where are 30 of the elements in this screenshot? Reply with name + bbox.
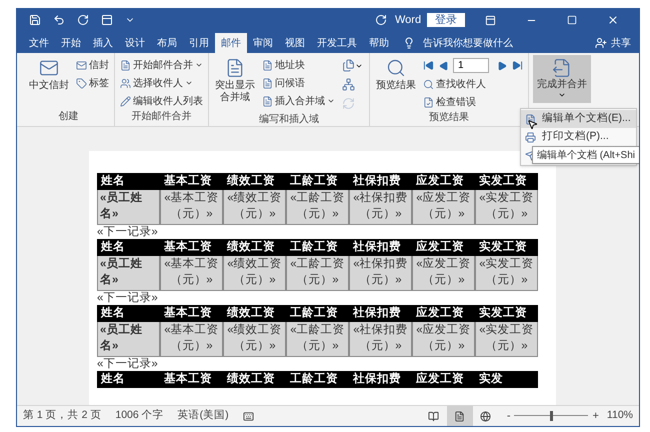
merge-field-cell: «应发工资（元）» xyxy=(413,190,474,224)
next-record-field: «下一记录» xyxy=(97,357,158,371)
merge-field-cell: «绩效工资（元）» xyxy=(224,256,285,290)
merge-field-cell: «基本工资（元）» xyxy=(161,190,222,224)
group-label: 创建 xyxy=(58,110,80,124)
merge-field-cell: «实发工资（元）» xyxy=(476,190,537,224)
next-record-field: «下一记录» xyxy=(97,291,158,305)
merge-field-cell: «员工姓名» xyxy=(98,256,159,290)
merge-field-cell: «应发工资（元）» xyxy=(413,256,474,290)
merge-field-cell: «工龄工资（元）» xyxy=(287,322,348,356)
merge-field-cell: «实发工资（元）» xyxy=(476,322,537,356)
next-record-field: «下一记录» xyxy=(97,225,158,239)
window-title: Word xyxy=(395,12,422,28)
tooltip: 编辑单个文档 (Alt+Shi xyxy=(532,146,639,164)
group-label: 预览结果 xyxy=(428,111,470,125)
merge-field-cell: «社保扣费（元）» xyxy=(350,256,411,290)
merge-field-cell: «员工姓名» xyxy=(98,322,159,356)
group-label: 开始邮件合并 xyxy=(130,110,192,124)
merge-field-cell: «社保扣费（元）» xyxy=(350,322,411,356)
merge-field-cell: «工龄工资（元）» xyxy=(287,256,348,290)
group-label: 编写和插入域 xyxy=(258,113,320,127)
merge-field-cell: «绩效工资（元）» xyxy=(224,190,285,224)
merge-field-cell: «工龄工资（元）» xyxy=(287,190,348,224)
merge-field-cell: «基本工资（元）» xyxy=(161,256,222,290)
merge-field-cell: «绩效工资（元）» xyxy=(224,322,285,356)
merge-field-cell: «社保扣费（元）» xyxy=(350,190,411,224)
merge-field-cell: «基本工资（元）» xyxy=(161,322,222,356)
merge-field-cell: «员工姓名» xyxy=(98,190,159,224)
merge-field-cell: «应发工资（元）» xyxy=(413,322,474,356)
merge-field-cell: «实发工资（元）» xyxy=(476,256,537,290)
